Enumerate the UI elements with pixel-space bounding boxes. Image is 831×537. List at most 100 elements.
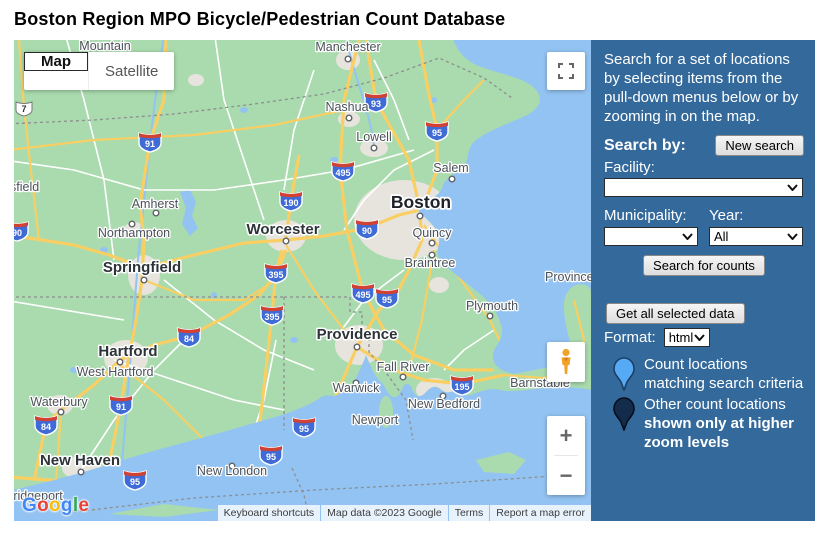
svg-text:95: 95 [299, 424, 309, 434]
city-dot [449, 176, 455, 182]
map-type-control: Map Satellite [24, 52, 174, 90]
interstate-shield: 84 [35, 416, 57, 435]
map-graphic: 7 91 91 93 95 95 95 95 95 190 495 495 90 90 395 395 84 84… [14, 40, 591, 521]
city-dot [417, 213, 423, 219]
city-label: Pittsfield [14, 180, 39, 194]
keyboard-shortcuts-button[interactable]: Keyboard shortcuts [218, 505, 320, 521]
city-label: Boston [391, 192, 451, 212]
svg-text:95: 95 [130, 477, 140, 487]
format-select[interactable]: html [664, 328, 710, 347]
get-all-selected-data-button[interactable]: Get all selected data [606, 303, 745, 324]
svg-text:395: 395 [268, 270, 283, 280]
svg-text:495: 495 [355, 290, 370, 300]
city-label: Newport [352, 413, 399, 427]
svg-text:93: 93 [371, 99, 381, 109]
city-label: Salem [433, 161, 468, 175]
page-title: Boston Region MPO Bicycle/Pedestrian Cou… [0, 0, 831, 30]
search-by-label: Search by: [604, 137, 686, 155]
city-dot [117, 359, 123, 365]
count-location-marker-icon [604, 355, 644, 393]
svg-text:95: 95 [266, 452, 276, 462]
svg-text:91: 91 [116, 402, 126, 412]
map-canvas[interactable]: 7 91 91 93 95 95 95 95 95 190 495 495 90 90 395 395 84 84… [14, 40, 591, 521]
interstate-shield: 395 [261, 306, 283, 325]
municipality-select[interactable] [604, 227, 698, 246]
year-select[interactable]: All [709, 227, 803, 246]
google-logo[interactable]: Google [22, 495, 89, 517]
chevron-down-icon [787, 233, 802, 240]
city-label: Manchester [315, 40, 380, 54]
legend-text-other: Other count locations [644, 396, 786, 413]
city-label: Fall River [377, 360, 430, 374]
city-label: Warwick [333, 381, 381, 395]
interstate-shield: 95 [426, 122, 448, 141]
city-label: Amherst [132, 197, 179, 211]
svg-text:95: 95 [382, 295, 392, 305]
google-logo-letter: o [49, 495, 61, 516]
city-label: Quincy [413, 226, 453, 240]
city-label: Northampton [98, 226, 170, 240]
interstate-shield: 90 [356, 220, 378, 239]
map-type-map-button[interactable]: Map [24, 52, 88, 71]
svg-text:91: 91 [145, 139, 155, 149]
city-label: Worcester [246, 221, 319, 238]
zoom-out-button[interactable]: − [547, 456, 585, 495]
interstate-shield: 84 [178, 328, 200, 347]
city-label: Providence [317, 326, 398, 343]
map-type-satellite-button[interactable]: Satellite [88, 52, 174, 90]
map-attribution: Keyboard shortcutsMap data ©2023 GoogleT… [217, 505, 591, 521]
facility-label: Facility: [604, 159, 804, 176]
city-dot [400, 374, 406, 380]
google-logo-letter: g [61, 495, 73, 516]
legend-text-other-bold: shown only at higher zoom levels [644, 415, 794, 451]
svg-text:190: 190 [283, 198, 298, 208]
city-dot [371, 145, 377, 151]
pegman-icon [556, 348, 576, 376]
interstate-shield: 495 [332, 162, 354, 181]
new-search-button[interactable]: New search [715, 135, 804, 156]
interstate-shield: 195 [451, 376, 473, 395]
svg-text:495: 495 [335, 168, 350, 178]
pegman-control[interactable] [547, 342, 585, 382]
interstate-shield: 395 [265, 264, 287, 283]
interstate-shield: 95 [293, 418, 315, 437]
svg-text:195: 195 [454, 382, 469, 392]
map-data-copyright[interactable]: Map data ©2023 Google [321, 505, 448, 521]
chevron-down-icon [682, 233, 697, 240]
year-select-value: All [710, 229, 787, 244]
sidebar-intro-text: Search for a set of locations by selecti… [604, 50, 804, 126]
fullscreen-button[interactable] [547, 52, 585, 90]
legend-text-matching: Count locations matching search criteria [644, 355, 804, 393]
city-label: Provincetown [545, 270, 591, 284]
google-logo-letter: G [22, 495, 37, 516]
chevron-down-icon [694, 334, 709, 341]
svg-text:84: 84 [184, 334, 194, 344]
city-dot [78, 469, 84, 475]
city-dot [345, 56, 351, 62]
svg-text:90: 90 [14, 228, 22, 238]
city-label: New Haven [40, 452, 120, 469]
city-dot [153, 210, 159, 216]
report-map-error-link[interactable]: Report a map error [490, 505, 591, 521]
zoom-in-button[interactable]: + [547, 416, 585, 455]
terms-link[interactable]: Terms [449, 505, 490, 521]
city-label: Springfield [103, 259, 181, 276]
city-dot [283, 238, 289, 244]
svg-text:7: 7 [21, 104, 26, 114]
city-label: New Bedford [408, 397, 480, 411]
interstate-shield: 495 [352, 284, 374, 303]
city-label: Waterbury [30, 395, 88, 409]
legend-item-matching: Count locations matching search criteria [604, 355, 804, 393]
city-dot [354, 344, 360, 350]
legend-item-other: Other count locations shown only at high… [604, 395, 804, 452]
other-count-location-marker-icon [604, 395, 644, 452]
search-sidebar: Search for a set of locations by selecti… [591, 40, 815, 521]
zoom-control: + − [547, 416, 585, 495]
svg-text:95: 95 [432, 128, 442, 138]
search-for-counts-button[interactable]: Search for counts [643, 255, 765, 276]
city-dot [487, 313, 493, 319]
interstate-shield: 91 [110, 396, 132, 415]
city-label: New London [197, 464, 267, 478]
facility-select[interactable] [604, 178, 803, 197]
interstate-shield: 190 [280, 192, 302, 211]
